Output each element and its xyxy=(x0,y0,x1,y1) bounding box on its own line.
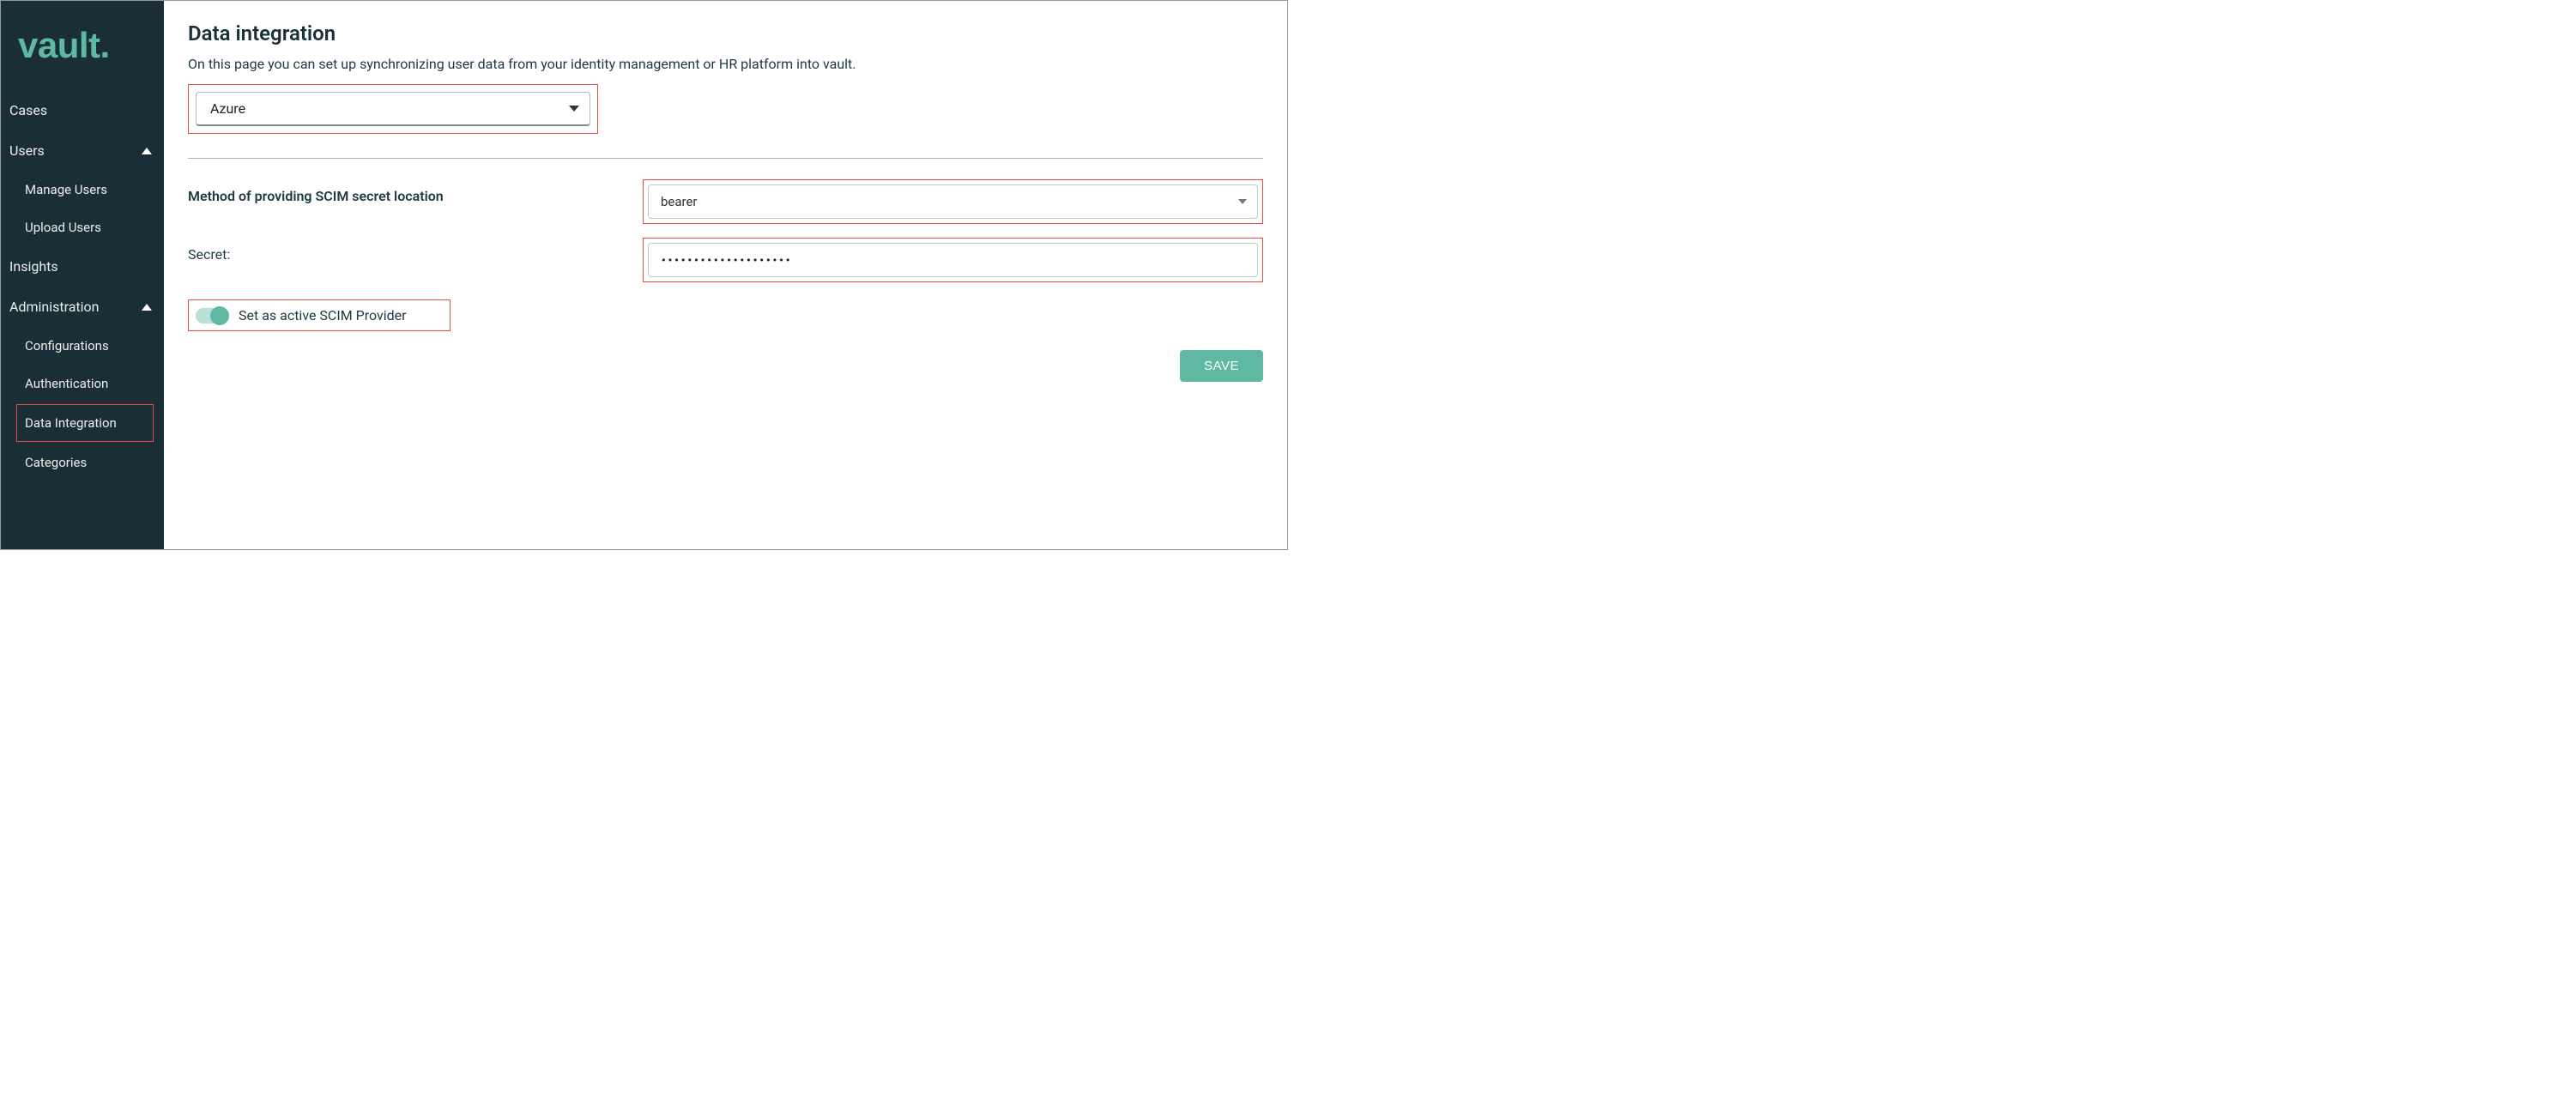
sidebar-item-data-integration[interactable]: Data Integration xyxy=(16,404,154,442)
method-field-highlight: bearer xyxy=(643,179,1263,224)
page-title: Data integration xyxy=(188,21,1263,45)
toggle-label: Set as active SCIM Provider xyxy=(239,307,407,323)
sidebar-item-label: Cases xyxy=(9,102,47,118)
save-row: SAVE xyxy=(188,350,1263,382)
provider-select[interactable]: Azure xyxy=(196,92,590,126)
sidebar-item-manage-users[interactable]: Manage Users xyxy=(1,171,164,209)
active-provider-toggle-highlight: Set as active SCIM Provider xyxy=(188,299,450,331)
method-label: Method of providing SCIM secret location xyxy=(188,179,643,204)
chevron-down-icon xyxy=(1238,199,1247,204)
main-content: Data integration On this page you can se… xyxy=(164,1,1287,549)
active-provider-toggle[interactable] xyxy=(196,308,228,323)
chevron-up-icon xyxy=(142,304,152,311)
sidebar-item-cases[interactable]: Cases xyxy=(1,90,164,130)
brand-logo: vault. xyxy=(1,9,164,90)
chevron-up-icon xyxy=(142,148,152,154)
sidebar-item-authentication[interactable]: Authentication xyxy=(1,365,164,402)
sidebar-item-users[interactable]: Users xyxy=(1,130,164,171)
secret-row: Secret: •••••••••••••••••••• xyxy=(188,238,1263,282)
sidebar-item-categories[interactable]: Categories xyxy=(1,444,164,481)
sidebar-item-administration[interactable]: Administration xyxy=(1,287,164,327)
provider-select-value: Azure xyxy=(210,100,245,117)
provider-select-highlight: Azure xyxy=(188,84,598,134)
sidebar-item-configurations[interactable]: Configurations xyxy=(1,327,164,365)
sidebar-item-label: Administration xyxy=(9,299,100,315)
method-row: Method of providing SCIM secret location… xyxy=(188,179,1263,224)
secret-field-highlight: •••••••••••••••••••• xyxy=(643,238,1263,282)
method-select-value: bearer xyxy=(661,194,698,209)
secret-input[interactable]: •••••••••••••••••••• xyxy=(648,243,1258,277)
secret-label: Secret: xyxy=(188,238,643,263)
page-subtitle: On this page you can set up synchronizin… xyxy=(188,56,1263,72)
sidebar-item-label: Manage Users xyxy=(25,182,107,197)
sidebar-item-insights[interactable]: Insights xyxy=(1,246,164,287)
sidebar: vault. Cases Users Manage Users Upload U… xyxy=(1,1,164,549)
save-button[interactable]: SAVE xyxy=(1180,350,1263,382)
sidebar-item-upload-users[interactable]: Upload Users xyxy=(1,209,164,246)
sidebar-item-label: Users xyxy=(9,142,45,159)
method-select[interactable]: bearer xyxy=(648,184,1258,219)
chevron-down-icon xyxy=(569,106,579,112)
sidebar-item-label: Data Integration xyxy=(25,415,117,431)
sidebar-item-label: Insights xyxy=(9,258,58,275)
sidebar-item-label: Authentication xyxy=(25,376,108,391)
sidebar-item-label: Categories xyxy=(25,455,87,470)
sidebar-item-label: Configurations xyxy=(25,338,109,354)
toggle-knob xyxy=(210,306,229,325)
secret-value: •••••••••••••••••••• xyxy=(661,255,791,266)
divider xyxy=(188,158,1263,159)
sidebar-item-label: Upload Users xyxy=(25,220,101,235)
